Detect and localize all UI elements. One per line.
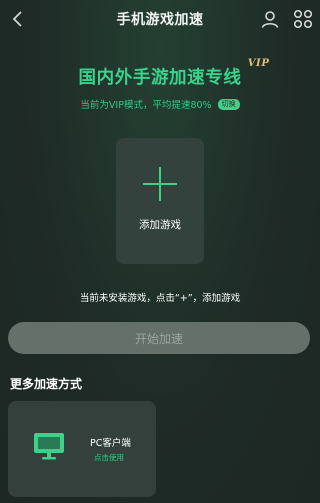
pc-client-title: PC客户端	[90, 438, 131, 449]
pc-client-use-link[interactable]: 点击使用	[94, 452, 124, 463]
switch-mode-button[interactable]: 切换	[217, 98, 240, 110]
no-games-hint: 当前未安装游戏，点击“+”，添加游戏	[79, 293, 241, 304]
monitor-icon	[33, 431, 65, 461]
pc-client-card[interactable]: PC客户端 点击使用	[8, 401, 156, 497]
vip-status-text: 当前为VIP模式，平均提速80%	[80, 100, 212, 111]
add-game-label: 添加游戏	[139, 219, 181, 231]
user-icon[interactable]	[259, 8, 281, 30]
vip-status-line: 当前为VIP模式，平均提速80% 切换	[0, 97, 320, 111]
more-methods-title: 更多加速方式	[10, 377, 83, 391]
apps-grid-icon[interactable]	[292, 8, 314, 30]
back-chevron-icon[interactable]	[8, 9, 28, 29]
page-title: 手机游戏加速	[116, 12, 204, 28]
headline: 国内外手游加速专线 VIP	[0, 58, 320, 89]
top-bar: 手机游戏加速	[0, 0, 320, 38]
vip-badge: VIP	[247, 58, 270, 69]
headline-text: 国内外手游加速专线	[78, 68, 242, 88]
start-boost-button[interactable]: 开始加速	[8, 322, 310, 354]
add-game-card[interactable]: 添加游戏	[116, 138, 204, 264]
plus-icon	[143, 167, 177, 201]
